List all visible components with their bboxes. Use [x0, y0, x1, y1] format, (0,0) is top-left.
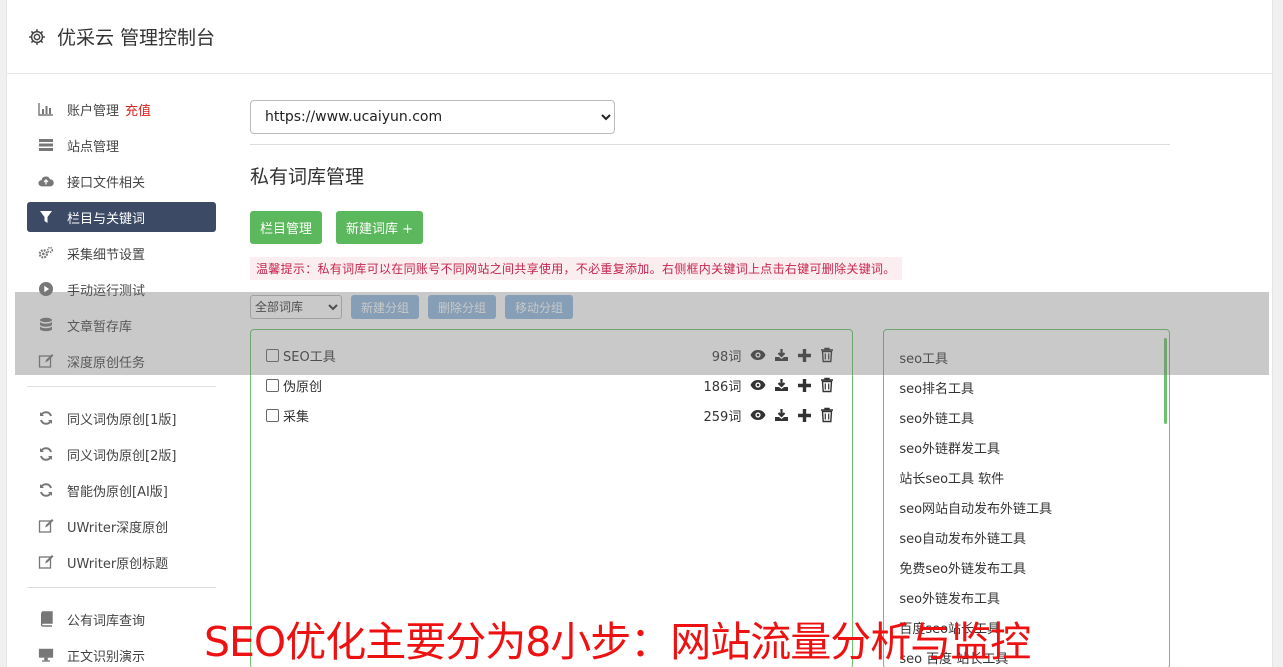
gray-overlay-band: [15, 292, 1269, 375]
bar-chart-icon: [38, 101, 54, 117]
sidebar-item-label: UWriter深度原创: [67, 520, 169, 536]
sidebar-item-synonym-v2[interactable]: 同义词伪原创[2版]: [27, 439, 216, 469]
gears-icon: [38, 245, 54, 261]
page-title: 优采云 管理控制台: [57, 27, 216, 49]
library-checkbox[interactable]: [266, 378, 279, 392]
sidebar-item-label: 公有词库查询: [67, 613, 146, 629]
eye-icon[interactable]: [750, 409, 766, 421]
library-checkbox[interactable]: [266, 408, 279, 422]
sidebar-item-label: 智能伪原创[AI版]: [67, 484, 168, 500]
keyword-item[interactable]: seo网站自动发布外链工具: [884, 492, 1169, 522]
sidebar-item-label: 采集细节设置: [67, 247, 146, 263]
sidebar-item-label: 接口文件相关: [67, 175, 146, 191]
library-count: 186词: [703, 379, 742, 395]
section-title: 私有词库管理: [250, 166, 365, 188]
site-select[interactable]: https://www.ucaiyun.com: [250, 100, 615, 134]
library-count: 259词: [703, 409, 742, 425]
new-library-button[interactable]: 新建词库 +: [336, 211, 424, 244]
sidebar-item-sites[interactable]: 站点管理: [27, 130, 216, 160]
sidebar-item-uwriter-deep[interactable]: UWriter深度原创: [27, 511, 216, 541]
sidebar-item-label: UWriter原创标题: [67, 556, 169, 572]
sidebar-item-public-library[interactable]: 公有词库查询: [27, 604, 216, 634]
sidebar-item-collect-settings[interactable]: 采集细节设置: [27, 238, 216, 268]
divider: [250, 144, 1170, 145]
sidebar-item-synonym-v1[interactable]: 同义词伪原创[1版]: [27, 403, 216, 433]
recharge-link[interactable]: 充值: [125, 100, 151, 119]
sidebar-item-account[interactable]: 账户管理 充值: [27, 94, 216, 124]
refresh-icon: [38, 482, 54, 498]
sidebar-item-columns-keywords[interactable]: 栏目与关键词: [27, 202, 216, 232]
library-actions: [750, 407, 834, 423]
sidebar-item-uwriter-title[interactable]: UWriter原创标题: [27, 547, 216, 577]
sidebar-item-interface[interactable]: 接口文件相关: [27, 166, 216, 196]
sidebar-item-label: 栏目与关键词: [67, 211, 146, 227]
gear-icon: [29, 28, 45, 45]
book-icon: [38, 611, 54, 627]
edit-icon: [38, 554, 54, 570]
cloud-upload-icon: [38, 173, 54, 189]
library-name: 采集: [283, 409, 310, 425]
refresh-icon: [38, 410, 54, 426]
keyword-item[interactable]: 免费seo外链发布工具: [884, 552, 1169, 582]
server-icon: [38, 137, 54, 153]
download-icon[interactable]: [774, 408, 789, 422]
main-content: https://www.ucaiyun.com 私有词库管理 栏目管理 新建词库…: [250, 100, 1170, 667]
refresh-icon: [38, 446, 54, 462]
filter-icon: [38, 209, 54, 225]
keyword-item[interactable]: seo排名工具: [884, 372, 1169, 402]
library-name: 伪原创: [283, 379, 323, 395]
edit-icon: [38, 518, 54, 534]
sidebar-item-label: 站点管理: [67, 139, 120, 155]
action-buttons: 栏目管理 新建词库 +: [250, 211, 1170, 244]
sidebar-divider: [27, 587, 216, 588]
sidebar-item-ai-original[interactable]: 智能伪原创[AI版]: [27, 475, 216, 505]
caption-text: SEO优化主要分为8小步：网站流量分析与监控: [204, 618, 1031, 666]
eye-icon[interactable]: [750, 379, 766, 391]
header: 优采云 管理控制台: [7, 0, 1272, 74]
keyword-item[interactable]: seo外链工具: [884, 402, 1169, 432]
library-row[interactable]: 采集 259词: [251, 400, 852, 430]
plus-icon[interactable]: [797, 408, 812, 423]
keyword-item[interactable]: seo自动发布外链工具: [884, 522, 1169, 552]
sidebar-item-label: 账户管理: [67, 103, 120, 119]
sidebar-divider: [27, 386, 216, 387]
trash-icon[interactable]: [820, 377, 834, 393]
library-actions: [750, 377, 834, 393]
sidebar: 账户管理 充值 站点管理 接口文件相关 栏目与关键词 采集细节设置 手动运行测试…: [27, 94, 216, 667]
sidebar-item-text-recognition[interactable]: 正文识别演示: [27, 640, 216, 667]
keyword-item[interactable]: 站长seo工具 软件: [884, 462, 1169, 492]
keyword-item[interactable]: seo外链群发工具: [884, 432, 1169, 462]
download-icon[interactable]: [774, 378, 789, 392]
sidebar-item-label: 同义词伪原创[2版]: [67, 448, 177, 464]
trash-icon[interactable]: [820, 407, 834, 423]
sidebar-item-label: 同义词伪原创[1版]: [67, 412, 177, 428]
plus-icon[interactable]: [797, 378, 812, 393]
monitor-icon: [38, 647, 54, 663]
column-manage-button[interactable]: 栏目管理: [250, 211, 323, 244]
warm-tip: 温馨提示：私有词库可以在同账号不同网站之间共享使用，不必重复添加。右侧框内关键词…: [250, 257, 902, 280]
sidebar-item-label: 正文识别演示: [67, 649, 146, 665]
